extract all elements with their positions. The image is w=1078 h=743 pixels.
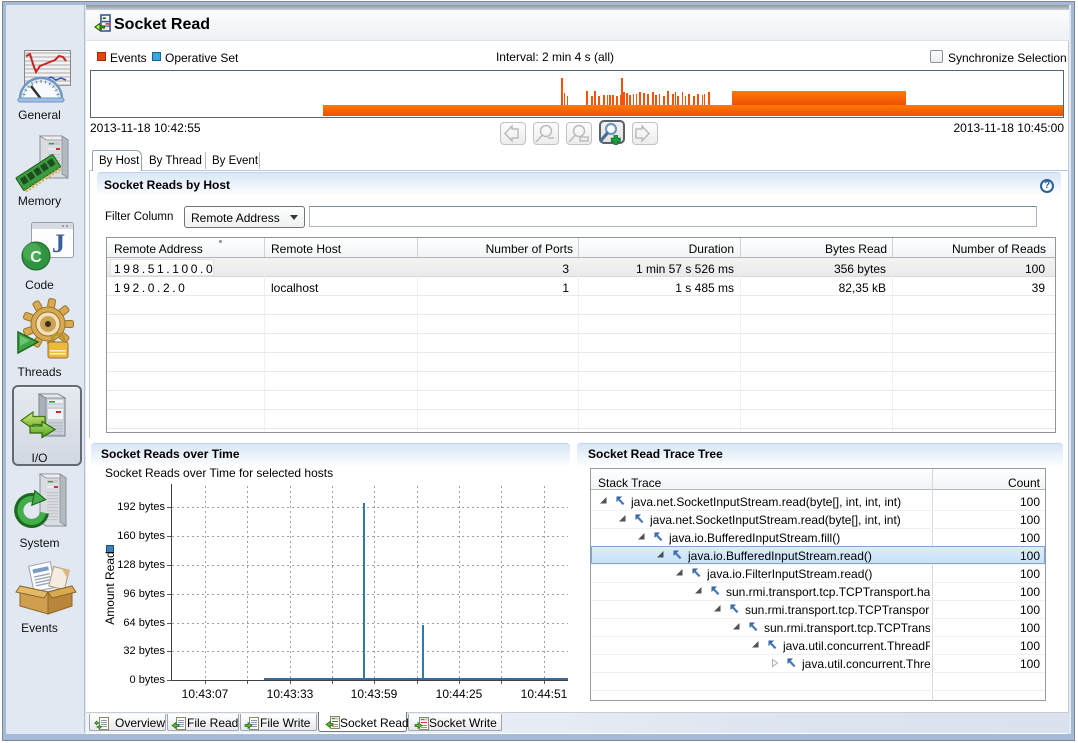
svg-text:C: C — [30, 249, 42, 266]
svg-text:J: J — [52, 229, 65, 258]
